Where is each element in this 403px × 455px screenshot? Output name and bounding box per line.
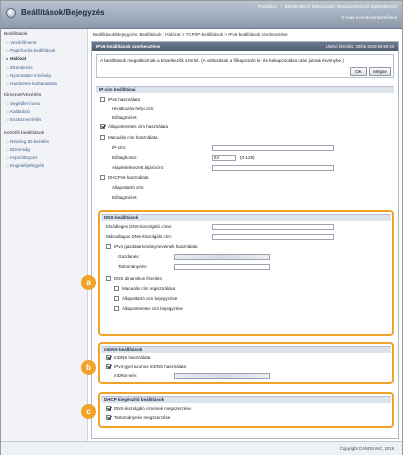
register-stateless-checkbox[interactable] <box>114 306 119 311</box>
last-update: Utolsó frissítés: 20/06 2019 09:59:10 <box>325 44 394 49</box>
sidebar-item-department-id[interactable]: Részleg ID-kezelés <box>6 139 49 144</box>
dhcpv6-checkbox[interactable] <box>100 175 105 180</box>
primary-dns-label: Elsődleges DNS-kiszolgáló címe: <box>106 224 173 229</box>
dns-dynamic-update-label: DNS dinamikus frissítés <box>114 276 162 281</box>
prefix-input[interactable]: 64 <box>212 155 236 161</box>
marker-a: a <box>81 275 96 290</box>
host-name-label: Gazdanév: <box>118 254 140 259</box>
sidebar-item-import-export[interactable]: Import/Export <box>6 155 37 160</box>
gateway-input[interactable] <box>212 165 334 171</box>
breadcrumb: Beállítások/Bejegyzés: Beállítások : Hál… <box>93 32 288 37</box>
prefix-label: Előtaghossz: <box>112 155 138 160</box>
portal-link[interactable]: Portálhoz <box>258 4 277 9</box>
marker-b: b <box>81 360 96 375</box>
same-host-label: IPv4 gazdatartományneveinek használata <box>114 244 198 249</box>
dns-dynamic-update-checkbox[interactable] <box>106 276 111 281</box>
app-title: Beállítások/Bejegyzés <box>21 8 105 17</box>
sidebar-item-layout[interactable]: Elrendezés <box>6 65 33 70</box>
dns-section-header: DNS-beállítások <box>101 214 391 221</box>
stateless-address-label: Állapotmentes cím használata <box>108 124 169 129</box>
dhcp-option-section-header: DHCP kiegészítő beállítások <box>101 396 391 403</box>
domain-name-input[interactable] <box>174 264 270 270</box>
domain-name-label: Tartománynév: <box>118 264 148 269</box>
manual-address-label: Manuális cím használata <box>108 135 158 140</box>
sidebar-item-paper-source[interactable]: Papírforrás-beállítások <box>6 48 55 53</box>
footer: Copyright CANON INC. 2019 <box>1 441 402 455</box>
use-mdns-label: mDNS használata <box>114 355 151 360</box>
sidebar-head-management: Kezelői beállítások <box>4 131 44 136</box>
request-dns-checkbox[interactable] <box>106 406 111 411</box>
mdns-name-label: mDNS-név: <box>114 373 138 378</box>
same-host-checkbox[interactable] <box>106 244 111 249</box>
register-manual-checkbox[interactable] <box>114 286 119 291</box>
use-ipv6-label: IPv6 használata <box>108 97 141 102</box>
dhcpv6-label: DHCPv6 használata <box>108 175 149 180</box>
stateful-prefix-label: Előtagméret: <box>112 195 138 200</box>
mdns-name-input[interactable] <box>174 373 270 379</box>
panel-header: IPv6-beállítások szerkesztése Utolsó fri… <box>92 42 398 51</box>
separator: | <box>280 4 282 9</box>
email-admin-link[interactable]: E-mail a rendszerkezelőnek <box>341 15 397 20</box>
sidebar-item-print-quality[interactable]: Nyomtatási minőség <box>6 73 51 78</box>
top-links: Portálhoz | Bejelentkező felhasználó: Re… <box>256 4 397 9</box>
ok-button[interactable]: OK <box>350 67 367 76</box>
register-stateless-label: Állapotmentes cím bejegyzése <box>122 306 184 311</box>
sidebar-item-hardware[interactable]: Hardveres karbantartás <box>6 81 57 86</box>
marker-c: c <box>81 404 96 419</box>
secondary-dns-label: Másodlagos DNS-kiszolgáló cím: <box>106 234 173 239</box>
sidebar-item-security[interactable]: Biztonság <box>6 147 30 152</box>
register-manual-label: Manuális cím regisztrálása <box>122 286 176 291</box>
sidebar-head-settings: Beállítások <box>4 32 28 37</box>
use-mdns-checkbox[interactable] <box>106 355 111 360</box>
ip-section-header: IP-cím beállításai <box>96 86 394 93</box>
request-domain-checkbox[interactable] <box>106 415 111 420</box>
register-stateful-label: Állapottartó cím bejegyzése <box>122 296 178 301</box>
sidebar-item-device-control[interactable]: Eszközvezérlés <box>6 117 41 122</box>
app-logo-icon <box>6 8 16 18</box>
same-as-ipv4-checkbox[interactable] <box>106 364 111 369</box>
sidebar-item-adjust-1[interactable]: Segédlet mono <box>6 101 40 106</box>
notice-box: A beállítások megváltoznak a következők … <box>96 54 394 78</box>
sidebar-head-adjust: Kimenet/Vezérlés <box>4 93 42 98</box>
page-title: IPv6-beállítások szerkesztése <box>96 44 161 49</box>
copyright: Copyright CANON INC. 2019 <box>339 446 394 451</box>
request-dns-label: DNS-kiszolgáló címének megszerzése <box>114 406 192 411</box>
host-name-input[interactable] <box>174 254 270 260</box>
sidebar-item-calibration[interactable]: Kalibráció <box>6 109 30 114</box>
stateful-address-label: Állapottartó cím: <box>112 185 145 190</box>
manual-address-checkbox[interactable] <box>100 135 105 140</box>
sidebar: Beállítások Vezérlőmenü Papírforrás-beál… <box>1 29 88 441</box>
primary-dns-input[interactable] <box>212 224 334 230</box>
ip-address-label: IP-cím: <box>112 145 127 150</box>
link-local-label: Hivatkozás-helyi cím: <box>112 106 155 111</box>
cancel-button[interactable]: Mégse <box>369 67 391 76</box>
browser-frame: Beállítások/Bejegyzés Portálhoz | Bejele… <box>0 0 403 455</box>
sidebar-item-control-menu[interactable]: Vezérlőmenü <box>6 40 36 45</box>
logout-link[interactable]: Bejelentkező felhasználó: Rendszerkezelő… <box>285 4 397 9</box>
use-ipv6-checkbox[interactable] <box>100 97 105 102</box>
gateway-label: Alapértelmezett átjárócím: <box>112 165 165 170</box>
same-as-ipv4-label: IPv4-gyel azonos mDNS használata <box>114 364 187 369</box>
notice-text: A beállítások megváltoznak a következők … <box>100 58 344 63</box>
secondary-dns-input[interactable] <box>212 234 334 240</box>
stateless-address-checkbox[interactable] <box>100 124 105 129</box>
request-domain-label: Tartománynév megszerzése <box>114 415 171 420</box>
top-bar: Beállítások/Bejegyzés Portálhoz | Bejele… <box>1 1 402 29</box>
prefix-length-label: Előtagméret: <box>112 115 138 120</box>
prefix-range: (0-128) <box>240 155 255 160</box>
settings-panel: IPv6-beállítások szerkesztése Utolsó fri… <box>91 41 399 439</box>
register-stateful-checkbox[interactable] <box>114 296 119 301</box>
sidebar-item-license[interactable]: Engedélyt/Egyéb <box>6 163 44 168</box>
ip-address-input[interactable] <box>212 145 334 151</box>
mdns-section-header: mDNS-beállítások <box>101 346 391 353</box>
sidebar-item-network[interactable]: Hálózat <box>6 56 26 61</box>
